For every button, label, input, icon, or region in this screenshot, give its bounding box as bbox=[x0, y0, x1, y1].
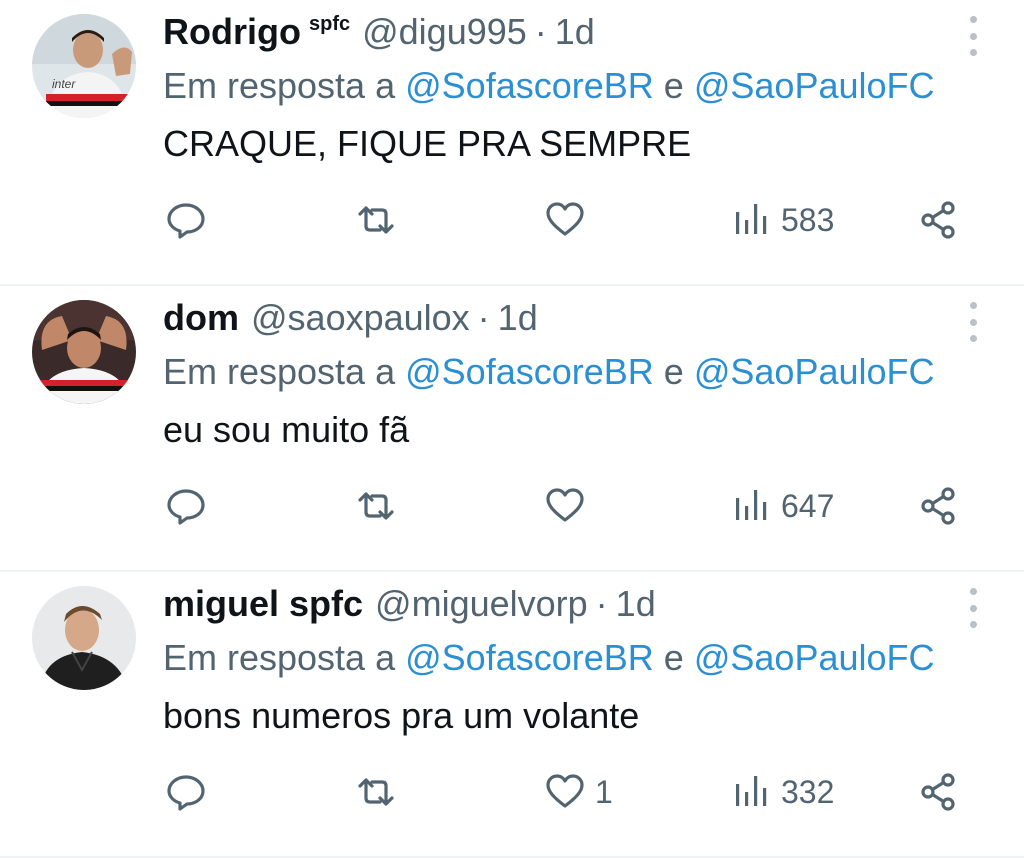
separator: · bbox=[595, 583, 608, 624]
tweet-text: bons numeros pra um volante bbox=[163, 695, 640, 736]
action-bar: 647 bbox=[0, 476, 1024, 536]
mention-link[interactable]: @SaoPauloFC bbox=[694, 65, 935, 106]
views-count: 583 bbox=[781, 201, 835, 238]
display-name[interactable]: dom bbox=[163, 296, 239, 340]
tweet-text: CRAQUE, FIQUE PRA SEMPRE bbox=[163, 123, 692, 164]
mention-link[interactable]: @SofascoreBR bbox=[405, 637, 654, 678]
separator: · bbox=[477, 297, 490, 338]
reply-conjunction: e bbox=[663, 65, 684, 106]
svg-text:inter: inter bbox=[52, 77, 76, 91]
more-icon[interactable] bbox=[968, 302, 978, 342]
mention-link[interactable]: @SofascoreBR bbox=[405, 65, 654, 106]
reply-prefix: Em resposta a bbox=[163, 65, 396, 106]
action-bar: 1 332 bbox=[0, 762, 1024, 822]
reply-feed: inter Rodrigo spfc @digu995 · 1d Em resp… bbox=[0, 0, 1024, 858]
tweet[interactable]: dom @saoxpaulox · 1d Em resposta a @Sofa… bbox=[0, 286, 1024, 572]
share-button[interactable] bbox=[917, 762, 961, 822]
reply-context: Em resposta a @SofascoreBR e @SaoPauloFC bbox=[163, 350, 935, 394]
views-icon bbox=[736, 776, 767, 806]
mention-link[interactable]: @SofascoreBR bbox=[405, 351, 654, 392]
more-icon[interactable] bbox=[968, 588, 978, 628]
mention-link[interactable]: @SaoPauloFC bbox=[694, 637, 935, 678]
more-icon[interactable] bbox=[968, 16, 978, 56]
tweet-header: dom @saoxpaulox · 1d bbox=[163, 296, 538, 340]
retweet-button[interactable] bbox=[352, 476, 400, 536]
avatar[interactable] bbox=[32, 300, 136, 404]
timestamp[interactable]: 1d bbox=[616, 582, 656, 626]
views-button[interactable]: 647 bbox=[733, 476, 834, 536]
like-button[interactable] bbox=[543, 190, 595, 250]
like-button[interactable]: 1 bbox=[543, 762, 613, 822]
user-handle[interactable]: @saoxpaulox bbox=[251, 296, 470, 340]
user-handle[interactable]: @miguelvorp bbox=[375, 582, 588, 626]
share-button[interactable] bbox=[917, 476, 961, 536]
display-name-suffix: spfc bbox=[308, 13, 351, 35]
timestamp[interactable]: 1d bbox=[555, 10, 595, 54]
views-icon bbox=[736, 204, 767, 234]
retweet-icon bbox=[358, 778, 394, 806]
heart-icon bbox=[546, 488, 584, 522]
heart-icon bbox=[546, 774, 584, 808]
share-icon bbox=[921, 201, 955, 239]
reply-button[interactable] bbox=[164, 476, 208, 536]
tweet-text: eu sou muito fã bbox=[163, 409, 410, 450]
reply-button[interactable] bbox=[164, 190, 208, 250]
mention-link[interactable]: @SaoPauloFC bbox=[694, 351, 935, 392]
display-name[interactable]: miguel spfc bbox=[163, 582, 363, 626]
views-count: 332 bbox=[781, 773, 835, 810]
avatar[interactable] bbox=[32, 586, 136, 690]
timestamp[interactable]: 1d bbox=[498, 296, 538, 340]
retweet-icon bbox=[358, 492, 394, 520]
reply-context: Em resposta a @SofascoreBR e @SaoPauloFC bbox=[163, 636, 935, 680]
tweet-header: miguel spfc @miguelvorp · 1d bbox=[163, 582, 656, 626]
like-count: 1 bbox=[595, 773, 613, 810]
display-name[interactable]: Rodrigo bbox=[163, 10, 301, 54]
tweet[interactable]: inter Rodrigo spfc @digu995 · 1d Em resp… bbox=[0, 0, 1024, 286]
separator: · bbox=[534, 11, 547, 52]
retweet-button[interactable] bbox=[352, 762, 400, 822]
reply-prefix: Em resposta a bbox=[163, 351, 396, 392]
tweet[interactable]: miguel spfc @miguelvorp · 1d Em resposta… bbox=[0, 572, 1024, 858]
tweet-header: Rodrigo spfc @digu995 · 1d bbox=[163, 10, 595, 60]
share-icon bbox=[921, 487, 955, 525]
reply-conjunction: e bbox=[663, 637, 684, 678]
reply-context: Em resposta a @SofascoreBR e @SaoPauloFC bbox=[163, 64, 935, 108]
reply-conjunction: e bbox=[663, 351, 684, 392]
user-handle[interactable]: @digu995 bbox=[362, 10, 527, 54]
retweet-button[interactable] bbox=[352, 190, 400, 250]
views-button[interactable]: 332 bbox=[733, 762, 834, 822]
views-icon bbox=[736, 490, 767, 520]
reply-icon bbox=[167, 489, 205, 525]
views-count: 647 bbox=[781, 487, 835, 524]
action-bar: 583 bbox=[0, 190, 1024, 250]
share-icon bbox=[921, 773, 955, 811]
avatar[interactable]: inter bbox=[32, 14, 136, 118]
reply-icon bbox=[167, 775, 205, 811]
views-button[interactable]: 583 bbox=[733, 190, 834, 250]
reply-icon bbox=[167, 203, 205, 239]
heart-icon bbox=[546, 202, 584, 236]
share-button[interactable] bbox=[917, 190, 961, 250]
reply-prefix: Em resposta a bbox=[163, 637, 396, 678]
reply-button[interactable] bbox=[164, 762, 208, 822]
retweet-icon bbox=[358, 206, 394, 234]
like-button[interactable] bbox=[543, 476, 595, 536]
